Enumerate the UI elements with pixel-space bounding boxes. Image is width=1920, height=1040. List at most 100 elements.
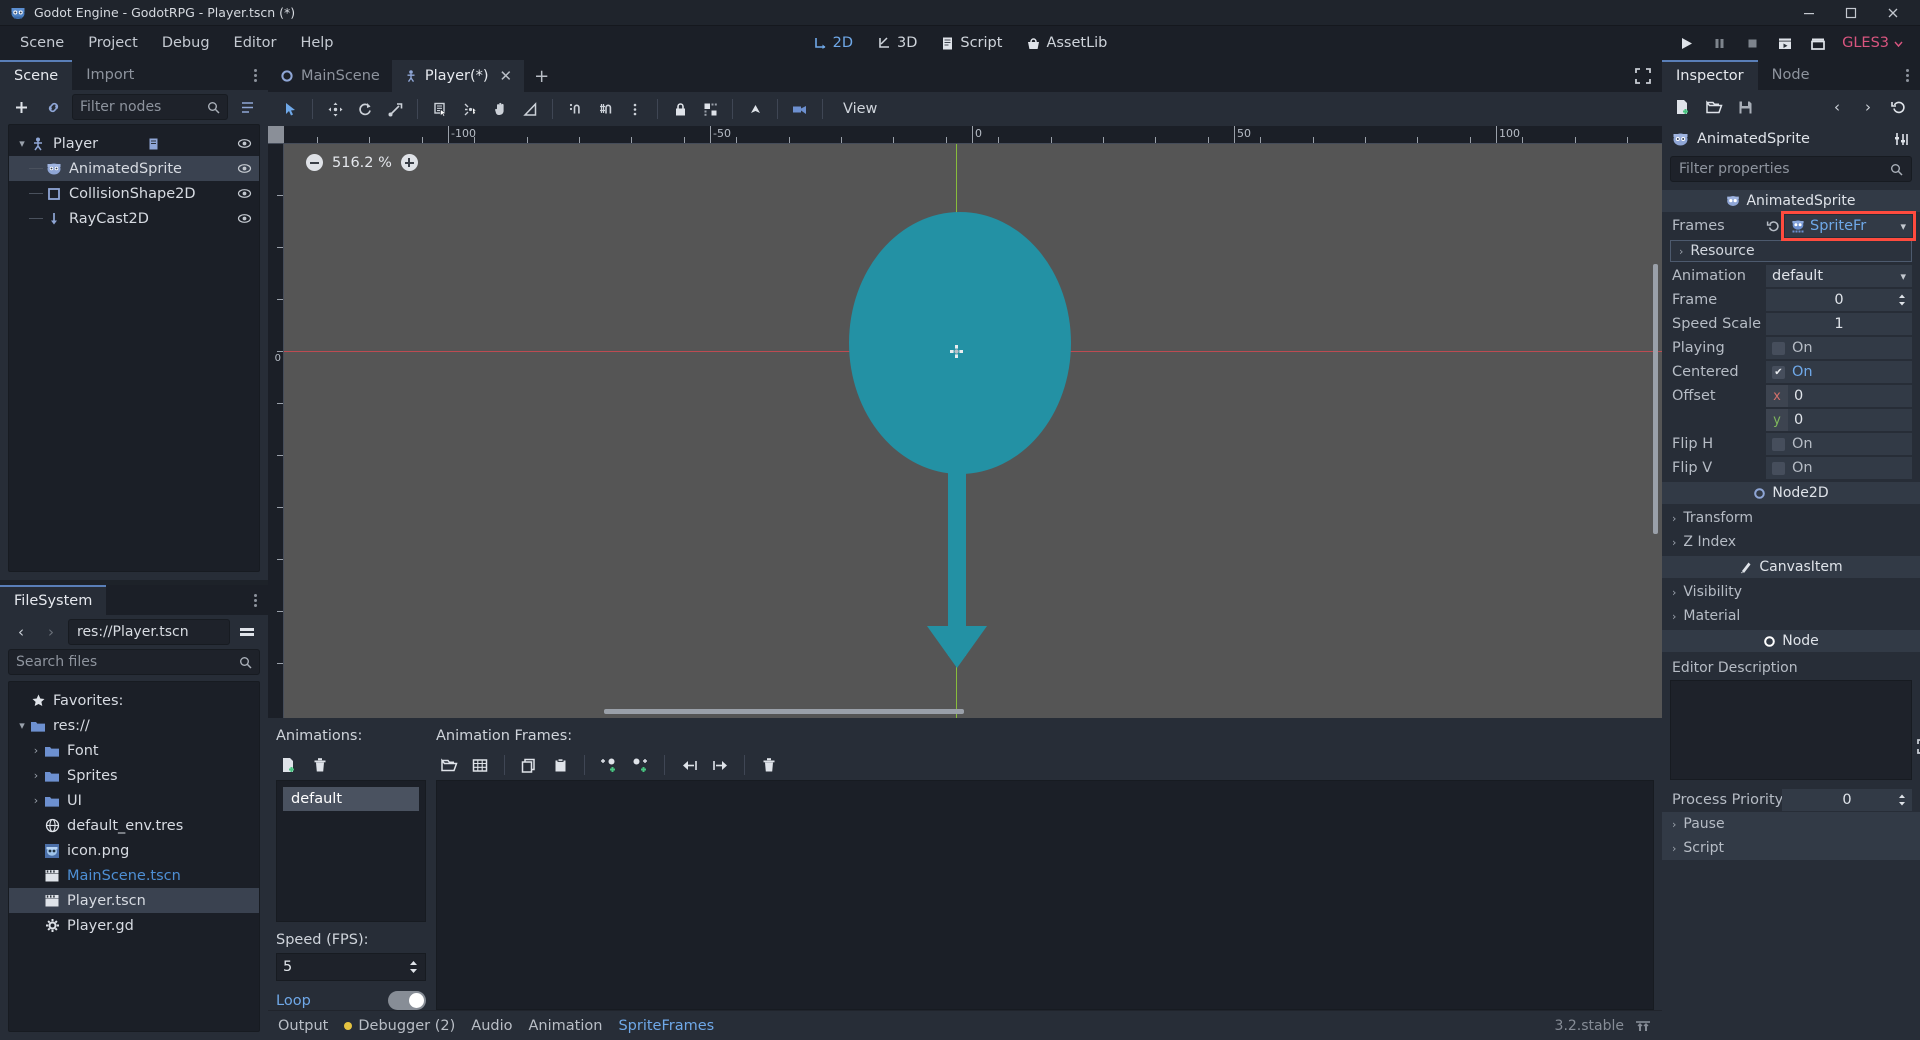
menu-editor[interactable]: Editor [222,30,289,56]
fs-item-icon-png[interactable]: icon.png [9,838,259,863]
editor-layout-icon[interactable] [1634,1018,1652,1034]
offset-x-field[interactable]: x 0 [1766,385,1912,407]
filter-nodes-input[interactable]: Filter nodes [72,94,228,120]
expand-icon[interactable] [1916,738,1920,755]
speed-scale-field[interactable]: 1 [1766,313,1912,335]
close-button[interactable] [1872,0,1914,26]
chevron-right-icon[interactable]: › [1672,842,1676,855]
flip-h-checkbox-field[interactable]: On [1766,433,1912,455]
checkbox-unchecked-icon[interactable] [1772,341,1785,355]
renderer-selector[interactable]: GLES3 [1836,32,1910,54]
checkbox-unchecked-icon[interactable] [1772,461,1785,475]
frames-resource-field[interactable]: SpriteFr ▾ [1781,211,1916,241]
pause-icon[interactable] [1704,30,1734,56]
move-frame-left-icon[interactable] [676,752,702,778]
spinner-arrows-icon[interactable] [408,959,419,975]
add-frames-from-sheet-icon[interactable] [467,752,493,778]
nav-forward-button[interactable]: › [38,619,64,645]
chevron-right-icon[interactable]: › [1672,536,1676,549]
node-visibility-toggle[interactable] [235,161,253,176]
animation-enum-field[interactable]: default ▾ [1766,265,1912,287]
add-frame-from-file-icon[interactable] [436,752,462,778]
mode-assetlib-button[interactable]: AssetLib [1016,31,1117,55]
scene-tab-mainscene[interactable]: MainScene [268,60,392,92]
spinner-arrows-icon[interactable] [1897,293,1907,307]
scene-tree[interactable]: ▾ Player AnimatedSprite CollisionShape2D… [8,124,260,572]
play-custom-scene-icon[interactable] [1803,30,1833,56]
scene-node-raycast2d[interactable]: RayCast2D [9,206,259,231]
fs-item-res-root[interactable]: ▾ res:// [9,713,259,738]
distraction-free-mode-icon[interactable] [1634,60,1662,92]
inspector-back-button[interactable]: ‹ [1824,94,1850,120]
bottom-tab-animation[interactable]: Animation [529,1018,603,1034]
subsection-transform[interactable]: › Transform [1662,506,1920,530]
filesystem-tree[interactable]: Favorites: ▾ res:// › Font › Sprites › U… [8,681,260,1032]
bottom-tab-spriteframes[interactable]: SpriteFrames [618,1018,714,1034]
chevron-right-icon[interactable]: › [29,744,43,757]
copy-frame-icon[interactable] [516,752,542,778]
search-files-input[interactable]: Search files [8,649,260,675]
subsection-pause[interactable]: › Pause [1662,812,1920,836]
revert-icon[interactable] [1766,219,1781,234]
subsection-resource[interactable]: › Resource [1670,240,1912,262]
insert-empty-before-icon[interactable] [596,752,622,778]
menu-debug[interactable]: Debug [150,30,222,56]
insert-empty-after-icon[interactable] [627,752,653,778]
list-select-icon[interactable] [426,96,454,122]
view-menu-button[interactable]: View [831,97,889,121]
frame-spin-field[interactable]: 0 [1766,289,1912,311]
scene-node-player[interactable]: ▾ Player [9,131,259,156]
camera-override-icon[interactable] [786,96,814,122]
tab-node[interactable]: Node [1758,60,1824,90]
skeleton-icon[interactable] [741,96,769,122]
fs-item-sprites[interactable]: › Sprites [9,763,259,788]
playing-checkbox-field[interactable]: On [1766,337,1912,359]
scene-dock-menu-button[interactable] [248,60,268,90]
history-icon[interactable] [1886,94,1912,120]
subsection-script[interactable]: › Script [1662,836,1920,860]
delete-frame-icon[interactable] [756,752,782,778]
add-node-icon[interactable] [8,94,34,120]
mode-script-button[interactable]: Script [931,31,1012,55]
menu-help[interactable]: Help [288,30,345,56]
move-mode-icon[interactable] [321,96,349,122]
menu-scene[interactable]: Scene [8,30,76,56]
subsection-material[interactable]: › Material [1662,604,1920,628]
animation-list-item[interactable]: default [283,787,419,811]
new-animation-icon[interactable] [276,752,302,778]
scene-node-collisionshape2d[interactable]: CollisionShape2D [9,181,259,206]
chevron-down-icon[interactable]: ▾ [15,137,29,150]
fs-item-ui[interactable]: › UI [9,788,259,813]
inspector-forward-button[interactable]: › [1855,94,1881,120]
fs-item-mainscene[interactable]: MainScene.tscn [9,863,259,888]
minimize-button[interactable] [1788,0,1830,26]
instance-scene-icon[interactable] [40,94,66,120]
ruler-mode-icon[interactable] [516,96,544,122]
tab-scene[interactable]: Scene [0,60,73,90]
offset-y-field[interactable]: y 0 [1766,409,1912,431]
chevron-right-icon[interactable]: › [1672,512,1676,525]
node-visibility-toggle[interactable] [235,136,253,151]
tab-inspector[interactable]: Inspector [1662,60,1758,90]
centered-checkbox-field[interactable]: ✔ On [1766,361,1912,383]
chevron-right-icon[interactable]: › [29,769,43,782]
chevron-down-icon[interactable]: ▾ [15,719,29,732]
fs-item-player-gd[interactable]: Player.gd [9,913,259,938]
editor-description-textarea[interactable] [1670,680,1920,780]
chevron-down-icon[interactable]: ▾ [1900,270,1906,283]
pivot-handle[interactable] [950,345,963,358]
spinner-arrows-icon[interactable] [1897,793,1907,807]
save-resource-icon[interactable] [1732,94,1758,120]
process-priority-field[interactable]: 0 [1782,789,1912,811]
load-resource-icon[interactable] [1701,94,1727,120]
checkbox-checked-icon[interactable]: ✔ [1772,365,1785,379]
mode-2d-button[interactable]: 2D [803,31,863,55]
move-frame-right-icon[interactable] [707,752,733,778]
node-visibility-toggle[interactable] [235,211,253,226]
canvas-horizontal-scrollbar[interactable] [284,707,1662,716]
add-scene-tab-button[interactable]: + [524,60,559,92]
chevron-right-icon[interactable]: › [1679,245,1683,258]
zoom-in-icon[interactable] [400,154,418,171]
new-resource-icon[interactable] [1670,94,1696,120]
mode-3d-button[interactable]: 3D [867,31,927,55]
